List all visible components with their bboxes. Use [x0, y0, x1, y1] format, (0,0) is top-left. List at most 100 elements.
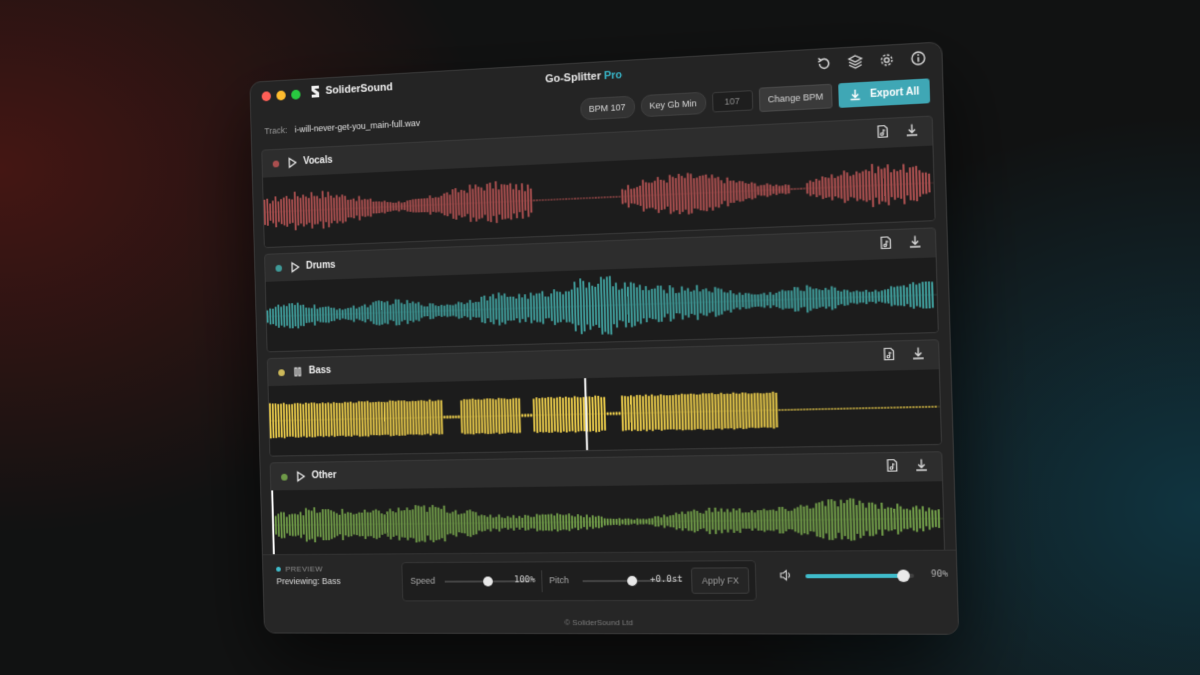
waveform-bar: [538, 199, 541, 201]
export-all-label: Export All: [869, 85, 920, 100]
waveform-bar: [512, 515, 515, 531]
download-stem-icon[interactable]: [907, 234, 922, 249]
settings-gear-icon[interactable]: [878, 51, 895, 68]
waveform-bar: [899, 286, 903, 306]
waveform-bar: [460, 302, 463, 318]
play-icon[interactable]: [286, 157, 297, 169]
waveform-bar: [921, 281, 925, 309]
waveform-bar: [397, 201, 400, 212]
waveform-bar: [386, 202, 389, 212]
waveform-bar: [769, 184, 772, 196]
waveform-bar: [400, 302, 403, 322]
download-stem-icon[interactable]: [914, 458, 929, 473]
waveform-bar: [380, 513, 384, 535]
playhead[interactable]: [272, 490, 274, 560]
play-icon[interactable]: [289, 261, 300, 273]
download-stem-icon[interactable]: [911, 346, 926, 361]
waveform-bar: [463, 190, 466, 217]
waveform-bar: [588, 197, 591, 199]
waveform-bar: [307, 307, 311, 323]
waveform-bar: [868, 171, 871, 201]
waveform-bar: [400, 202, 403, 210]
waveform-bar: [471, 188, 475, 218]
waveform-bar: [547, 296, 550, 319]
waveform-bar: [524, 413, 527, 417]
waveform-bar: [556, 198, 559, 200]
waveform-bar: [921, 172, 925, 195]
waveform-bar: [299, 511, 303, 538]
info-icon[interactable]: [910, 50, 927, 67]
refresh-icon[interactable]: [816, 55, 833, 72]
waveform-bar: [443, 305, 446, 317]
waveform-bar: [675, 512, 678, 530]
waveform-bar: [358, 195, 361, 221]
waveform-bar: [921, 406, 925, 408]
waveform-bar: [862, 291, 865, 303]
waveform-bar: [924, 511, 928, 527]
waveform-bar: [383, 514, 387, 534]
play-icon[interactable]: [295, 471, 306, 483]
waveform-bar: [449, 415, 452, 419]
change-bpm-button[interactable]: Change BPM: [758, 83, 833, 113]
waveform-bar: [793, 508, 797, 532]
waveform-bar: [524, 191, 527, 211]
waveform-bar: [918, 406, 921, 408]
waveform-bar: [915, 505, 919, 532]
waveform-bar: [302, 304, 305, 327]
waveform-bar: [471, 511, 475, 535]
waveform-bar: [588, 517, 592, 527]
export-stem-icon[interactable]: [878, 235, 893, 250]
waveform-bar: [934, 406, 937, 408]
waveform-bar: [830, 286, 834, 310]
playhead[interactable]: [584, 378, 589, 451]
waveform-bar: [650, 288, 654, 320]
volume-slider-thumb[interactable]: [896, 569, 910, 583]
download-stem-icon[interactable]: [904, 122, 919, 137]
waveform-bar: [766, 294, 769, 306]
waveform-bar: [451, 305, 455, 316]
waveform-bar: [624, 189, 627, 203]
waveform-bar: [756, 186, 760, 196]
waveform-bar: [833, 177, 837, 197]
waveform-bar: [544, 514, 548, 531]
waveform-bar: [457, 415, 460, 419]
waveform-bar: [535, 199, 538, 201]
waveform-bar: [812, 181, 815, 195]
waveform-bar: [469, 509, 472, 537]
waveform-bar: [843, 289, 846, 306]
waveform-bar: [905, 172, 909, 196]
speed-slider-thumb[interactable]: [483, 576, 493, 587]
waveform-bar: [392, 303, 395, 322]
pitch-slider-thumb[interactable]: [627, 575, 638, 586]
fx-panel: Speed 100% Pitch +0.0st Apply FX: [401, 560, 757, 602]
waveform-bar: [759, 293, 763, 307]
waveform-bar: [386, 301, 389, 325]
export-stem-icon[interactable]: [875, 124, 890, 139]
stem-actions: [884, 458, 929, 473]
layers-icon[interactable]: [847, 53, 864, 70]
waveform-bar: [790, 510, 794, 530]
waveform-bar: [812, 288, 815, 309]
waveform-bar: [271, 200, 275, 224]
export-all-button[interactable]: Export All: [838, 78, 931, 108]
waveform-bar: [316, 512, 319, 537]
pause-icon[interactable]: [292, 366, 303, 378]
waveform-bar: [908, 283, 912, 308]
volume-icon[interactable]: [778, 568, 793, 582]
waveform-bar: [574, 516, 577, 528]
waveform-bar: [411, 199, 415, 213]
waveform-bar: [518, 293, 521, 323]
export-stem-icon[interactable]: [884, 458, 899, 473]
waveform-bar: [333, 307, 336, 321]
waveform-bar: [756, 294, 760, 307]
export-stem-icon[interactable]: [881, 347, 896, 362]
waveform-bar: [363, 304, 367, 323]
waveform-bar: [524, 514, 527, 531]
waveform-bar: [723, 292, 726, 312]
volume-slider[interactable]: [805, 569, 915, 583]
waveform-bar: [802, 291, 806, 307]
waveform[interactable]: [271, 481, 945, 561]
waveform-bar: [636, 518, 639, 525]
apply-fx-button[interactable]: Apply FX: [691, 567, 750, 594]
bpm-input[interactable]: [711, 90, 753, 113]
